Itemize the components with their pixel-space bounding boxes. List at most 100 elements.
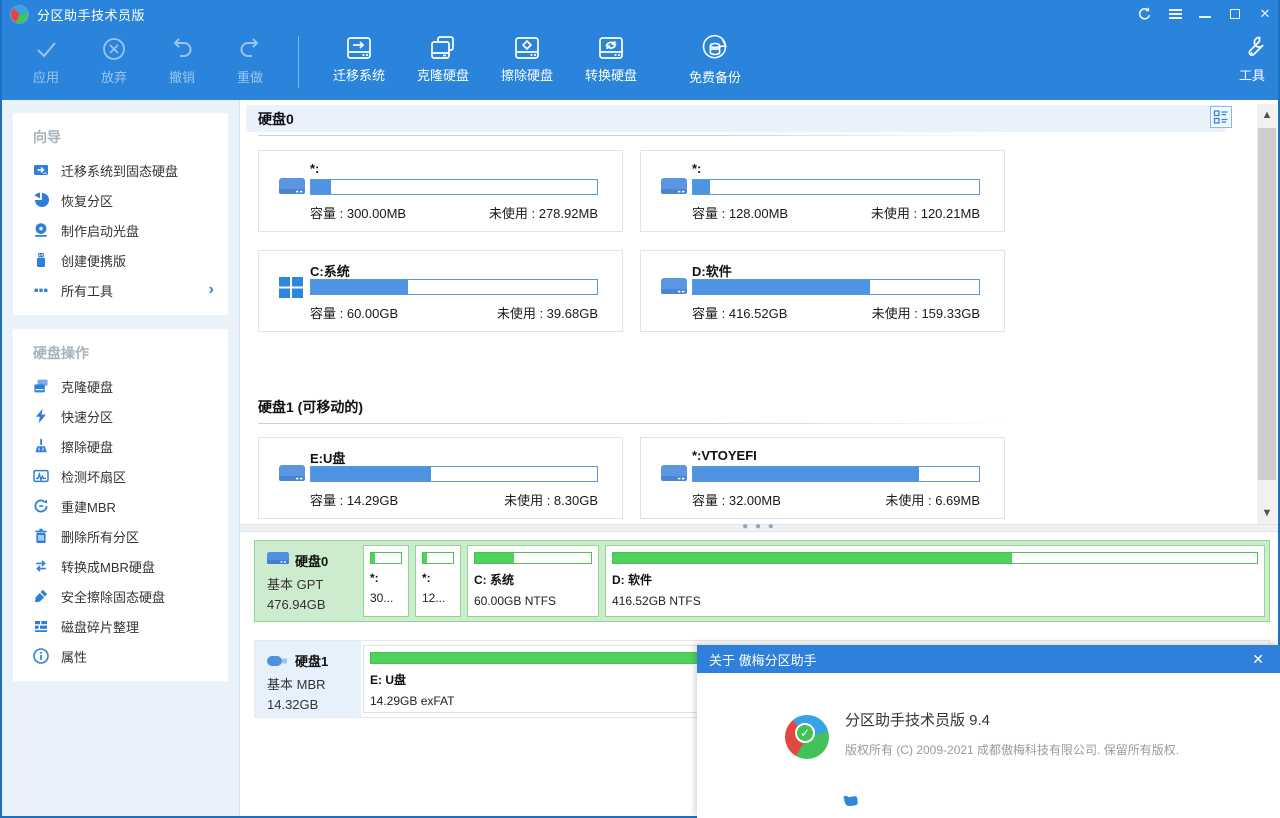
check-badge-icon: ✓ xyxy=(795,723,815,743)
wipe-disk-icon xyxy=(33,438,49,454)
partition-card-disk0-p2[interactable]: *: 容量 : 128.00MB 未使用 : 120.21MB xyxy=(640,150,1005,232)
panel-splitter[interactable]: ● ● ● xyxy=(240,524,1278,532)
partition-name: *: xyxy=(310,161,319,176)
sidebar-item-convert-to-mbr[interactable]: 转换成MBR硬盘 xyxy=(13,551,228,581)
disk-operations-group: 硬盘操作 克隆硬盘 快速分区 擦除硬盘 xyxy=(12,328,229,682)
unused-text: 未使用 : 39.68GB xyxy=(497,303,598,322)
titlebar: 分区助手技术员版 ✕ xyxy=(0,0,1280,28)
clone-label: 克隆硬盘 xyxy=(417,65,469,84)
undo-button[interactable]: 撤销 xyxy=(148,28,216,86)
partition-card-c-system[interactable]: C:系统 容量 : 60.00GB 未使用 : 39.68GB xyxy=(258,250,623,332)
disk0-row[interactable]: 硬盘0 基本 GPT 476.94GB *: 30... *: 12... xyxy=(254,540,1270,622)
sidebar-item-all-tools[interactable]: 所有工具 › xyxy=(13,275,228,305)
disk0-label[interactable]: 硬盘0 基本 GPT 476.94GB xyxy=(255,541,361,621)
section-divider xyxy=(258,423,1008,424)
map-partition-size: 416.52GB NTFS xyxy=(612,594,1258,608)
map-partition-size: 60.00GB NTFS xyxy=(474,594,592,608)
disk1-label[interactable]: 硬盘1 基本 MBR 14.32GB xyxy=(255,641,361,717)
partition-card-vtoyefi[interactable]: *:VTOYEFI 容量 : 32.00MB 未使用 : 6.69MB xyxy=(640,437,1005,519)
scroll-down-arrow-icon[interactable]: ▼ xyxy=(1257,502,1277,524)
map-partition-c-system[interactable]: C: 系统 60.00GB NTFS xyxy=(467,545,599,617)
quick-partition-icon xyxy=(33,408,49,424)
free-backup-button[interactable]: 免费备份 xyxy=(667,28,763,86)
scroll-up-arrow-icon[interactable]: ▲ xyxy=(1257,104,1277,126)
disk-size: 476.94GB xyxy=(267,597,361,612)
backup-label: 免费备份 xyxy=(689,67,741,86)
partition-card-d-software[interactable]: D:软件 容量 : 416.52GB 未使用 : 159.33GB xyxy=(640,250,1005,332)
close-icon[interactable]: ✕ xyxy=(1250,0,1280,28)
map-partition-disk0-p2[interactable]: *: 12... xyxy=(415,545,461,617)
sidebar-item-properties[interactable]: 属性 xyxy=(13,641,228,671)
chevron-right-icon: › xyxy=(209,282,214,298)
sidebar-item-defragment[interactable]: 磁盘碎片整理 xyxy=(13,611,228,641)
sidebar-item-label: 创建便携版 xyxy=(61,251,126,270)
copyright-text: 版权所有 (C) 2009-2021 成都傲梅科技有限公司. 保留所有版权. xyxy=(845,741,1179,758)
migrate-system-button[interactable]: 迁移系统 xyxy=(317,28,401,84)
defrag-icon xyxy=(33,618,49,634)
redo-button[interactable]: 重做 xyxy=(216,28,284,86)
about-dialog: 关于 傲梅分区助手 ✕ ✓ 分区助手技术员版 9.4 版权所有 (C) 2009… xyxy=(697,645,1280,818)
view-mode-toggle-button[interactable] xyxy=(1210,106,1232,128)
sidebar-item-recover-partition[interactable]: 恢复分区 xyxy=(13,185,228,215)
sidebar-item-wipe-disk[interactable]: 擦除硬盘 xyxy=(13,431,228,461)
sidebar-item-label: 快速分区 xyxy=(61,407,113,426)
clone-disk-icon xyxy=(33,378,49,394)
capacity-text: 容量 : 60.00GB xyxy=(310,303,398,322)
sidebar-item-migrate-to-ssd[interactable]: 迁移系统到固态硬盘 xyxy=(13,155,228,185)
scrollbar-thumb[interactable] xyxy=(1258,128,1276,480)
disk-type: 基本 MBR xyxy=(267,674,361,693)
sidebar-item-label: 检测坏扇区 xyxy=(61,467,126,486)
sidebar-item-rebuild-mbr[interactable]: 重建MBR xyxy=(13,491,228,521)
map-partition-label: C: 系统 xyxy=(474,571,592,588)
discard-label: 放弃 xyxy=(101,67,127,86)
partition-name: *: xyxy=(692,161,701,176)
sidebar-item-label: 擦除硬盘 xyxy=(61,437,113,456)
partition-name: *:VTOYEFI xyxy=(692,448,757,463)
section-divider xyxy=(258,135,1008,136)
refresh-icon[interactable] xyxy=(1130,0,1160,28)
tools-button[interactable]: 工具 xyxy=(1238,28,1280,84)
wipe-disk-button[interactable]: 擦除硬盘 xyxy=(485,28,569,84)
usage-bar xyxy=(692,466,980,482)
sidebar-item-clone-disk[interactable]: 克隆硬盘 xyxy=(13,371,228,401)
sidebar-item-quick-partition[interactable]: 快速分区 xyxy=(13,401,228,431)
sidebar-item-portable-version[interactable]: 创建便携版 xyxy=(13,245,228,275)
sidebar-item-label: 所有工具 xyxy=(61,281,113,300)
partition-card-disk0-p1[interactable]: *: 容量 : 300.00MB 未使用 : 278.92MB xyxy=(258,150,623,232)
disk-icon xyxy=(660,275,688,299)
disk-size: 14.32GB xyxy=(267,697,361,712)
usage-bar xyxy=(692,179,980,195)
sidebar-item-bootable-media[interactable]: 制作启动光盘 xyxy=(13,215,228,245)
disk0-section-header[interactable]: 硬盘0 xyxy=(246,105,1226,132)
capacity-text: 容量 : 300.00MB xyxy=(310,203,406,222)
sidebar-item-label: 恢复分区 xyxy=(61,191,113,210)
dialog-close-icon[interactable]: ✕ xyxy=(1248,651,1268,668)
sidebar-item-label: 磁盘碎片整理 xyxy=(61,617,139,636)
sidebar-item-delete-all-partitions[interactable]: 删除所有分区 xyxy=(13,521,228,551)
all-tools-icon xyxy=(33,282,49,298)
map-partition-disk0-p1[interactable]: *: 30... xyxy=(363,545,409,617)
bootable-media-icon xyxy=(33,222,49,238)
sidebar-item-secure-erase-ssd[interactable]: 安全擦除固态硬盘 xyxy=(13,581,228,611)
partition-card-e-usb[interactable]: E:U盘 容量 : 14.29GB 未使用 : 8.30GB xyxy=(258,437,623,519)
hand-pointer-icon[interactable] xyxy=(843,793,859,807)
sidebar-item-label: 转换成MBR硬盘 xyxy=(61,557,155,576)
apply-button[interactable]: 应用 xyxy=(12,28,80,86)
vertical-scrollbar[interactable]: ▲ ▼ xyxy=(1257,104,1277,524)
sidebar-item-test-bad-sectors[interactable]: 检测坏扇区 xyxy=(13,461,228,491)
disk1-cards: E:U盘 容量 : 14.29GB 未使用 : 8.30GB *:VTOYEFI… xyxy=(258,437,1278,519)
minimize-icon[interactable] xyxy=(1190,0,1220,28)
disk-icon xyxy=(660,462,688,486)
partition-name: D:软件 xyxy=(692,261,732,280)
about-dialog-titlebar: 关于 傲梅分区助手 ✕ xyxy=(697,645,1280,673)
disk-icon xyxy=(660,175,688,199)
disk1-section-header[interactable]: 硬盘1 (可移动的) xyxy=(246,393,1226,420)
about-dialog-title: 关于 傲梅分区助手 xyxy=(709,650,817,669)
clone-disk-button[interactable]: 克隆硬盘 xyxy=(401,28,485,84)
discard-button[interactable]: 放弃 xyxy=(80,28,148,86)
convert-disk-button[interactable]: 转换硬盘 xyxy=(569,28,653,84)
maximize-icon[interactable] xyxy=(1220,0,1250,28)
menu-icon[interactable] xyxy=(1160,0,1190,28)
capacity-text: 容量 : 14.29GB xyxy=(310,490,398,509)
map-partition-d-software[interactable]: D: 软件 416.52GB NTFS xyxy=(605,545,1265,617)
